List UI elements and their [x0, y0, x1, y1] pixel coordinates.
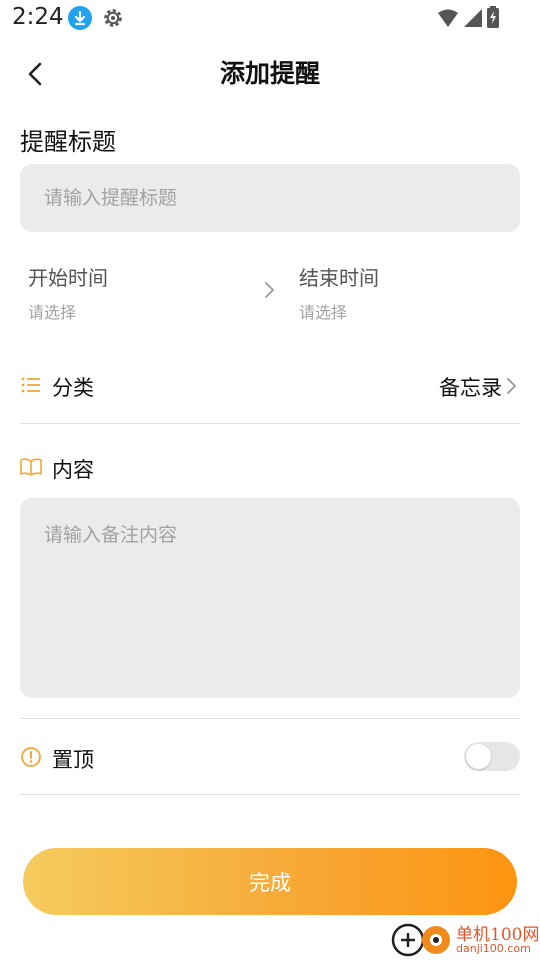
- end-time-value: 请选择: [299, 303, 348, 322]
- gear-icon: [101, 6, 125, 30]
- divider: [20, 794, 520, 795]
- end-time-label: 结束时间: [299, 266, 379, 290]
- download-icon: [68, 6, 92, 30]
- book-icon: [20, 458, 42, 476]
- battery-icon: [486, 6, 500, 28]
- arrow-up-circle-icon: [21, 747, 41, 767]
- content-header: 内容: [20, 444, 520, 490]
- category-value: 备忘录: [439, 376, 502, 400]
- end-time-picker[interactable]: 结束时间 请选择: [299, 262, 519, 322]
- divider: [20, 718, 520, 719]
- category-row[interactable]: 分类 备忘录: [20, 360, 520, 412]
- pin-row: 置顶: [20, 734, 520, 780]
- reminder-title-input[interactable]: [20, 164, 520, 232]
- content-label: 内容: [52, 458, 94, 482]
- reminder-title-label: 提醒标题: [20, 128, 116, 156]
- pin-label: 置顶: [52, 748, 94, 772]
- status-time: 2:24: [12, 4, 64, 30]
- watermark: 单机100网 danji100.com: [390, 918, 540, 960]
- start-time-value: 请选择: [28, 303, 77, 322]
- page-title: 添加提醒: [219, 59, 320, 88]
- chevron-right-icon: [265, 282, 274, 298]
- chevron-right-icon: [507, 378, 516, 394]
- category-label: 分类: [52, 376, 94, 400]
- watermark-url: danji100.com: [456, 942, 531, 955]
- toggle-knob: [466, 744, 491, 769]
- done-button[interactable]: 完成: [23, 848, 517, 915]
- content-textarea[interactable]: [20, 498, 520, 698]
- status-bar: 2:24: [0, 0, 540, 36]
- watermark-logo-icon: [391, 923, 450, 957]
- pin-toggle[interactable]: [464, 742, 520, 771]
- start-time-label: 开始时间: [28, 266, 108, 290]
- list-icon: [21, 377, 40, 393]
- app-header: 添加提醒: [0, 44, 540, 96]
- start-time-picker[interactable]: 开始时间 请选择: [28, 262, 258, 322]
- divider: [20, 423, 520, 424]
